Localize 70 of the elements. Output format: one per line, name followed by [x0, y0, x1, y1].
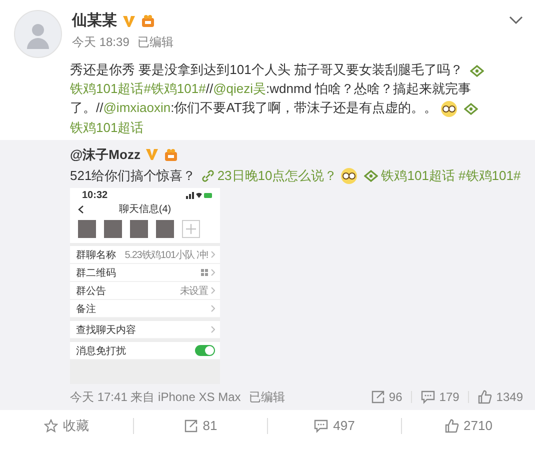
- repost-icon: [370, 390, 385, 404]
- settings-row[interactable]: 备注: [70, 300, 220, 318]
- topic-link[interactable]: 铁鸡101超话: [70, 120, 144, 135]
- chevron-down-icon: [509, 16, 523, 25]
- settings-row[interactable]: 群公告 未设置: [70, 282, 220, 300]
- topic-link[interactable]: 铁鸡101超话: [70, 81, 144, 96]
- settings-row[interactable]: 查找聊天内容: [70, 321, 220, 340]
- badge-icon: [141, 14, 155, 28]
- star-icon: [44, 419, 58, 434]
- avatar[interactable]: [14, 10, 62, 58]
- badge-icon: [164, 148, 178, 162]
- row-label: 群二维码: [76, 266, 116, 280]
- chevron-right-icon: [211, 269, 215, 276]
- mention-link[interactable]: @imxiaoxin: [103, 100, 171, 115]
- chevron-right-icon: [211, 326, 215, 334]
- post-source[interactable]: 今天 17:41 来自 iPhone XS Max: [70, 388, 241, 406]
- row-value: 未设置: [180, 284, 208, 298]
- topic-link[interactable]: 铁鸡101超话: [381, 168, 455, 183]
- hashtag-link[interactable]: #铁鸡101#: [144, 81, 206, 96]
- comment-count[interactable]: 179: [421, 390, 460, 404]
- add-member-icon: [182, 220, 200, 238]
- row-label: 群公告: [76, 284, 106, 298]
- chevron-right-icon: [211, 251, 215, 258]
- photo-placeholder: [156, 220, 174, 238]
- row-value: 5.23铁鸡101小队 冲!: [124, 248, 208, 262]
- edited-label: 已编辑: [248, 388, 285, 406]
- chevron-right-icon: [211, 287, 215, 294]
- comment-button[interactable]: 497: [268, 414, 401, 438]
- settings-row[interactable]: 群聊名称 5.23铁鸡101小队 冲!: [70, 246, 220, 264]
- link-icon: [202, 170, 214, 182]
- emoji-icon: [440, 100, 458, 118]
- chevron-right-icon: [211, 305, 215, 312]
- row-label: 备注: [76, 302, 96, 316]
- repost-icon: [184, 419, 198, 434]
- favorite-button[interactable]: 收藏: [0, 414, 133, 438]
- post-text: 秀还是你秀 要是没拿到达到101个人头 茄子哥又要女装刮腿毛了吗？ 铁鸡101超话#铁鸡101#//@qiezi吴:wdnmd 怕啥？怂啥？搞起来就完事了。//@imxiaoxin:你们不要AT我了啊，带沫子还是有点虚的。。 铁鸡101超话: [0, 58, 535, 140]
- web-link[interactable]: 23日晚10点怎么说？: [217, 168, 338, 183]
- row-label: 查找聊天内容: [76, 324, 136, 337]
- super-topic-icon: [464, 102, 478, 115]
- settings-row[interactable]: 群二维码: [70, 264, 220, 282]
- author-name[interactable]: @沫子Mozz: [70, 146, 140, 164]
- thumbs-up-icon: [478, 390, 492, 404]
- thumbs-up-icon: [444, 419, 459, 434]
- repost-count[interactable]: 96: [370, 390, 402, 404]
- mention-link[interactable]: @qiezi吴: [213, 81, 266, 96]
- post-time[interactable]: 今天 18:39: [72, 35, 130, 50]
- post-text: 521给你们搞个惊喜？ 23日晚10点怎么说？ 铁鸡101超话 #铁鸡101#: [70, 164, 523, 188]
- toggle-switch[interactable]: [195, 345, 215, 356]
- status-icons-icon: [186, 192, 212, 200]
- back-icon: [78, 204, 84, 214]
- row-label: 群聊名称: [76, 248, 116, 262]
- qr-code-icon: [201, 269, 208, 276]
- super-topic-icon: [364, 170, 378, 182]
- comment-icon: [314, 419, 328, 434]
- screen-title: 聊天信息(4): [118, 202, 172, 216]
- repost-button[interactable]: 81: [134, 414, 267, 438]
- edited-label: 已编辑: [137, 35, 174, 50]
- photo-placeholder: [130, 220, 148, 238]
- hashtag-link[interactable]: #铁鸡101#: [454, 168, 521, 183]
- photo-placeholder: [78, 220, 96, 238]
- settings-row[interactable]: 消息免打扰: [70, 342, 220, 360]
- photo-placeholder: [104, 220, 122, 238]
- status-time: 10:32: [82, 190, 108, 202]
- super-topic-icon: [470, 64, 484, 77]
- comment-icon: [421, 390, 436, 404]
- author-name[interactable]: 仙某某: [72, 12, 117, 30]
- like-button[interactable]: 2710: [402, 414, 535, 438]
- like-count[interactable]: 1349: [478, 390, 523, 404]
- row-label: 消息免打扰: [76, 344, 126, 358]
- emoji-icon: [340, 167, 358, 186]
